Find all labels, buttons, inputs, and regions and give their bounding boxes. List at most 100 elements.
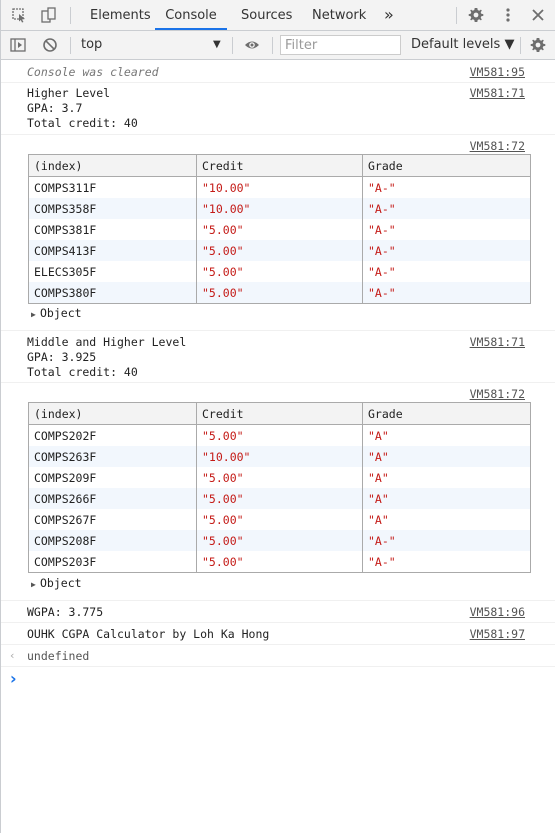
table-cell: COMPS358F — [28, 198, 197, 219]
close-devtools-icon[interactable] — [530, 7, 546, 23]
table-cell: COMPS381F — [28, 219, 197, 240]
context-dropdown-arrow-icon[interactable]: ▼ — [213, 39, 221, 50]
table-cell: "5.00" — [196, 467, 363, 488]
tab-console[interactable]: Console — [155, 0, 227, 30]
table-cell: "5.00" — [196, 551, 363, 573]
table-cell: COMPS267F — [28, 509, 197, 530]
table-cell: "A" — [362, 446, 531, 467]
console-table-message: VM581:72 (index) Credit Grade COMPS202F "… — [1, 383, 555, 601]
table-row: COMPS267F "5.00" "A" — [28, 509, 531, 530]
source-link[interactable]: VM581:72 — [470, 139, 525, 153]
table-cell: COMPS208F — [28, 530, 197, 551]
tab-sources[interactable]: Sources — [241, 0, 292, 30]
table-cell: COMPS413F — [28, 240, 197, 261]
table-cell: "10.00" — [196, 446, 363, 467]
source-link[interactable]: VM581:96 — [470, 605, 525, 619]
table-cell: COMPS202F — [28, 424, 197, 446]
more-options-icon[interactable] — [500, 7, 516, 23]
table-cell: "5.00" — [196, 488, 363, 509]
table-cell: "A" — [362, 509, 531, 530]
toolbar-separator — [520, 37, 521, 54]
table-row: COMPS358F "10.00" "A-" — [28, 198, 531, 219]
console-message: Higher Level GPA: 3.7 Total credit: 40 V… — [1, 83, 555, 135]
table-row: ELECS305F "5.00" "A-" — [28, 261, 531, 282]
context-selector[interactable]: top — [81, 37, 102, 52]
source-link[interactable]: VM581:71 — [470, 86, 525, 100]
table-row: COMPS202F "5.00" "A" — [28, 424, 531, 446]
table-cell: "5.00" — [196, 240, 363, 261]
tabbar-separator — [456, 7, 457, 24]
tab-elements[interactable]: Elements — [90, 0, 151, 30]
table-cell: COMPS266F — [28, 488, 197, 509]
table-row: COMPS413F "5.00" "A-" — [28, 240, 531, 261]
table-row: COMPS266F "5.00" "A" — [28, 488, 531, 509]
table-cell: "5.00" — [196, 424, 363, 446]
object-label[interactable]: Object — [40, 306, 82, 320]
object-expander[interactable]: ▶ Object — [31, 306, 82, 320]
console-table: (index) Credit Grade COMPS311F "10.00" "A-… — [28, 154, 531, 304]
more-tabs-button[interactable]: » — [384, 0, 394, 30]
table-row: COMPS203F "5.00" "A-" — [28, 551, 531, 573]
table-cell: "5.00" — [196, 509, 363, 530]
toolbar-separator — [272, 37, 273, 54]
console-output: Console was cleared VM581:95 Higher Leve… — [1, 61, 555, 691]
table-cell: "A-" — [362, 176, 531, 198]
table-cell: "A-" — [362, 198, 531, 219]
inspect-element-icon[interactable] — [11, 7, 27, 23]
table-cell: "A-" — [362, 551, 531, 573]
table-header[interactable]: Grade — [362, 154, 531, 177]
console-prompt[interactable]: › — [1, 667, 555, 691]
clear-console-icon[interactable] — [42, 37, 58, 53]
table-cell: "A-" — [362, 261, 531, 282]
filter-input[interactable] — [280, 35, 401, 55]
tab-network[interactable]: Network — [312, 0, 366, 30]
source-link[interactable]: VM581:71 — [470, 335, 525, 349]
table-header[interactable]: Credit — [196, 154, 363, 177]
log-line: GPA: 3.7 — [27, 101, 83, 115]
live-expression-eye-icon[interactable] — [244, 37, 260, 53]
table-header[interactable]: (index) — [28, 154, 197, 177]
devtools-tabbar: Elements Console Sources Network » — [1, 0, 555, 31]
table-cell: "A" — [362, 424, 531, 446]
table-row: COMPS381F "5.00" "A-" — [28, 219, 531, 240]
table-row: COMPS311F "10.00" "A-" — [28, 176, 531, 198]
object-expander[interactable]: ▶ Object — [31, 576, 82, 590]
source-link[interactable]: VM581:95 — [470, 65, 525, 79]
show-sidebar-icon[interactable] — [10, 37, 26, 53]
object-label[interactable]: Object — [40, 576, 82, 590]
table-cell: "5.00" — [196, 530, 363, 551]
log-line: GPA: 3.925 — [27, 350, 97, 364]
table-header[interactable]: (index) — [28, 402, 197, 425]
source-link[interactable]: VM581:72 — [470, 387, 525, 401]
console-settings-gear-icon[interactable] — [530, 37, 546, 53]
device-toolbar-icon[interactable] — [41, 7, 57, 23]
tabbar-separator — [70, 7, 71, 24]
expand-triangle-icon[interactable]: ▶ — [31, 580, 40, 589]
table-header[interactable]: Grade — [362, 402, 531, 425]
source-link[interactable]: VM581:97 — [470, 627, 525, 641]
toolbar-separator — [232, 37, 233, 54]
settings-gear-icon[interactable] — [468, 7, 484, 23]
table-cell: "A-" — [362, 282, 531, 304]
console-result: ‹ undefined — [1, 645, 555, 667]
prompt-chevron-icon: › — [10, 669, 17, 688]
console-message: Middle and Higher Level GPA: 3.925 Total… — [1, 331, 555, 383]
table-cell: "A" — [362, 467, 531, 488]
table-cell: "10.00" — [196, 176, 363, 198]
table-cell: "5.00" — [196, 219, 363, 240]
table-cell: "10.00" — [196, 198, 363, 219]
table-cell: COMPS263F — [28, 446, 197, 467]
table-cell: COMPS203F — [28, 551, 197, 573]
log-levels-dropdown[interactable]: Default levels ▼ — [411, 37, 514, 52]
console-message: OUHK CGPA Calculator by Loh Ka Hong VM58… — [1, 623, 555, 645]
table-header[interactable]: Credit — [196, 402, 363, 425]
table-row: COMPS209F "5.00" "A" — [28, 467, 531, 488]
table-cell: COMPS380F — [28, 282, 197, 304]
table-row: COMPS208F "5.00" "A-" — [28, 530, 531, 551]
result-arrow-icon: ‹ — [9, 649, 16, 662]
log-line: Total credit: 40 — [27, 116, 138, 130]
expand-triangle-icon[interactable]: ▶ — [31, 310, 40, 319]
console-message: Console was cleared VM581:95 — [1, 61, 555, 83]
console-toolbar: top ▼ Default levels ▼ — [1, 31, 555, 60]
result-value: undefined — [27, 649, 90, 663]
